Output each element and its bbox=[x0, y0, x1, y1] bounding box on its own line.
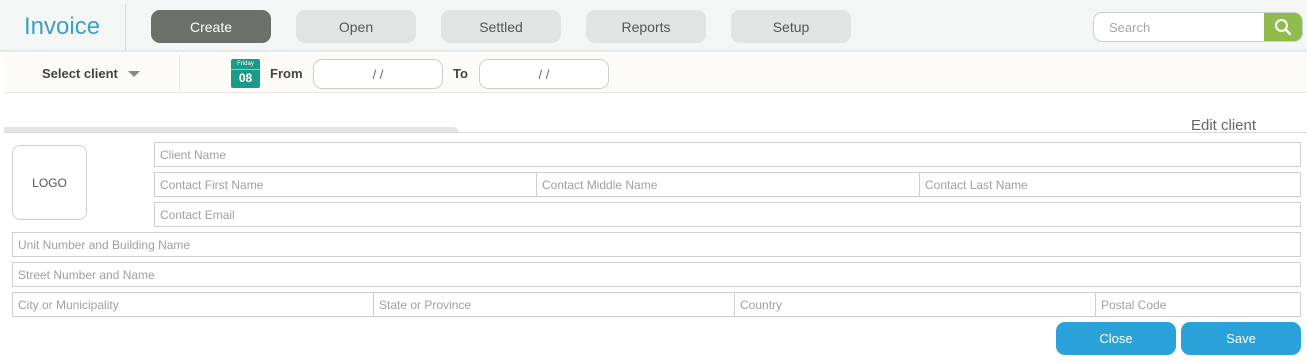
client-name-field[interactable] bbox=[154, 142, 1301, 167]
search-box bbox=[1093, 12, 1303, 42]
state-field[interactable] bbox=[373, 292, 735, 317]
from-date-input[interactable]: / / bbox=[313, 59, 443, 89]
city-field[interactable] bbox=[12, 292, 374, 317]
contact-first-name-field[interactable] bbox=[154, 172, 537, 197]
panel-divider bbox=[4, 132, 1307, 133]
unit-building-field[interactable] bbox=[12, 232, 1301, 257]
street-field[interactable] bbox=[12, 262, 1301, 287]
search-button[interactable] bbox=[1264, 13, 1302, 41]
nav-setup-button[interactable]: Setup bbox=[731, 10, 851, 43]
contact-last-name-field[interactable] bbox=[919, 172, 1301, 197]
app-title: Invoice bbox=[24, 13, 101, 40]
contact-email-field[interactable] bbox=[154, 202, 1301, 227]
nav-open-button[interactable]: Open bbox=[296, 10, 416, 43]
to-date-input[interactable]: / / bbox=[479, 59, 609, 89]
calendar-icon[interactable]: Friday 08 bbox=[231, 59, 260, 88]
top-navigation-bar: Invoice Create Open Settled Reports Setu… bbox=[0, 0, 1307, 52]
save-button[interactable]: Save bbox=[1181, 322, 1301, 355]
filter-bar: Select client Friday 08 From / / To / / bbox=[4, 54, 1307, 93]
chevron-down-icon[interactable] bbox=[128, 71, 140, 77]
filter-divider bbox=[179, 54, 180, 92]
country-field[interactable] bbox=[734, 292, 1096, 317]
edit-client-label: Edit client bbox=[1191, 117, 1257, 134]
select-client-dropdown[interactable]: Select client bbox=[42, 66, 118, 81]
to-label: To bbox=[453, 66, 468, 81]
close-button[interactable]: Close bbox=[1056, 322, 1176, 355]
calendar-day: 08 bbox=[238, 71, 253, 85]
from-label: From bbox=[270, 66, 303, 81]
postal-code-field[interactable] bbox=[1095, 292, 1301, 317]
calendar-month: Friday bbox=[231, 59, 260, 70]
nav-create-button[interactable]: Create bbox=[151, 10, 271, 43]
nav-settled-button[interactable]: Settled bbox=[441, 10, 561, 43]
logo-upload[interactable]: LOGO bbox=[12, 145, 87, 220]
contact-middle-name-field[interactable] bbox=[536, 172, 920, 197]
search-icon bbox=[1275, 19, 1292, 36]
nav-reports-button[interactable]: Reports bbox=[586, 10, 706, 43]
search-input[interactable] bbox=[1094, 13, 1266, 41]
title-divider bbox=[125, 4, 126, 51]
